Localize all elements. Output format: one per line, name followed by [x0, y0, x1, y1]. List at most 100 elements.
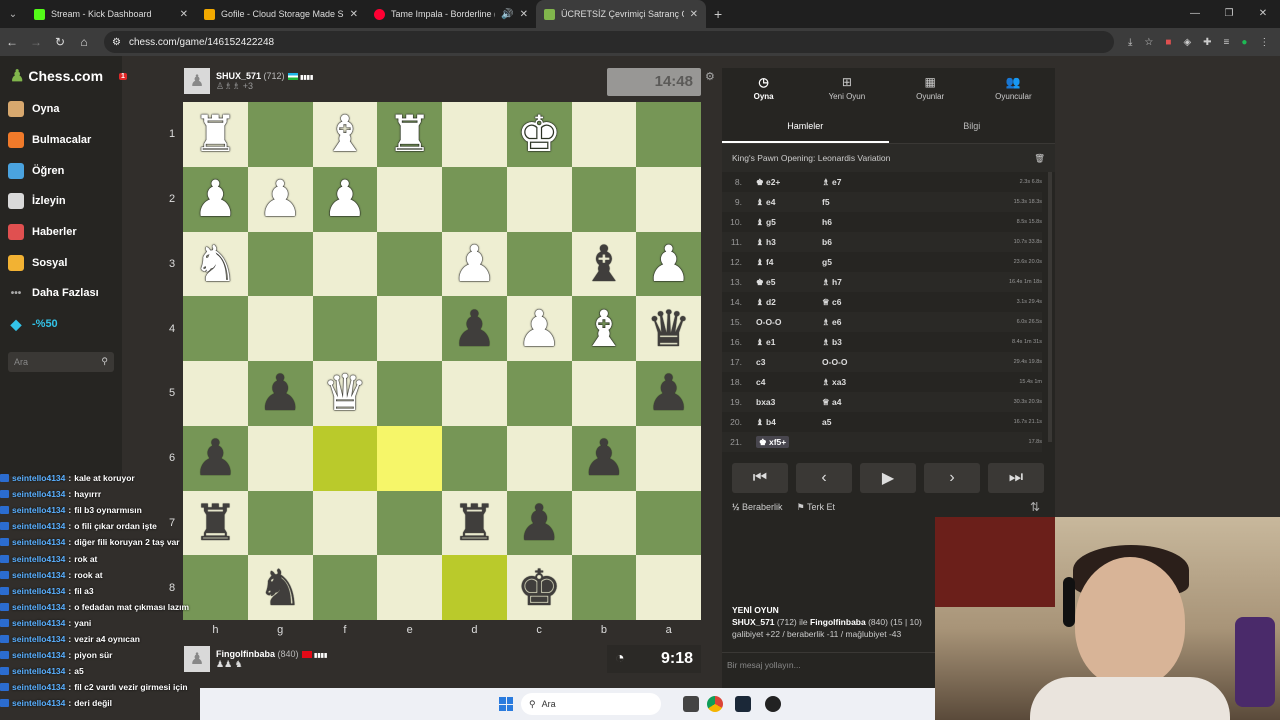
board-square[interactable]: [377, 231, 442, 297]
chat-username[interactable]: seintello4134: [12, 650, 65, 660]
browser-tab-2[interactable]: Tame Impala - Borderline ( 🔊 ✕: [366, 0, 536, 28]
black-move[interactable]: ♗ xa3: [822, 377, 888, 388]
board-square[interactable]: [247, 425, 313, 491]
board-square[interactable]: ♟: [636, 361, 701, 426]
board-square[interactable]: [312, 490, 378, 556]
white-move[interactable]: bxa3: [756, 397, 822, 407]
restore-icon[interactable]: ❐: [1212, 0, 1246, 28]
board-square[interactable]: ♟: [247, 166, 313, 232]
profile-avatar-icon[interactable]: ●: [1241, 37, 1247, 48]
board-square[interactable]: ♞: [247, 555, 313, 620]
white-pawn-icon[interactable]: ♟: [452, 239, 497, 289]
white-move[interactable]: ♚ e2+: [756, 177, 822, 188]
player-link[interactable]: SHUX_571: [732, 617, 775, 627]
board-square[interactable]: [442, 102, 507, 167]
white-knight-icon[interactable]: ♞: [193, 239, 238, 289]
chat-username[interactable]: seintello4134: [12, 570, 65, 580]
board-square[interactable]: [636, 555, 701, 620]
board-square[interactable]: ♜: [442, 490, 507, 556]
white-move[interactable]: c4: [756, 377, 822, 387]
board-square[interactable]: [247, 296, 313, 361]
black-move[interactable]: ♗ h7: [822, 277, 888, 288]
tab-new-game[interactable]: ⊞ Yeni Oyun: [805, 68, 888, 108]
board-square[interactable]: ♜: [183, 102, 248, 167]
white-move[interactable]: ♚ xf5+: [756, 435, 822, 448]
black-pawn-icon[interactable]: ♟: [581, 433, 626, 483]
white-bishop-icon[interactable]: ♝: [322, 109, 367, 159]
board-square[interactable]: [571, 555, 637, 620]
tab-play[interactable]: ◷ Oyna: [722, 68, 805, 108]
sidebar-item-watch[interactable]: İzleyin: [0, 186, 122, 217]
obs-icon[interactable]: [765, 696, 781, 712]
board-square[interactable]: [312, 425, 378, 491]
white-move[interactable]: ♝ b4: [756, 417, 822, 428]
board-square[interactable]: ♚: [506, 555, 572, 620]
resign-button[interactable]: ⚑ Terk Et: [797, 502, 835, 513]
tab-moves[interactable]: Hamleler: [722, 108, 889, 143]
board-square[interactable]: [571, 102, 637, 167]
speaker-icon[interactable]: 🔊: [501, 9, 513, 20]
white-rook-icon[interactable]: ♜: [193, 109, 238, 159]
url-input[interactable]: ⚙ chess.com/game/146152422248: [104, 31, 1114, 53]
close-icon[interactable]: ✕: [690, 9, 698, 20]
forward-icon[interactable]: →: [24, 35, 48, 49]
white-move[interactable]: ♝ g5: [756, 217, 822, 228]
last-move-button[interactable]: ⏭: [988, 463, 1044, 493]
board-square[interactable]: [247, 102, 313, 167]
board-square[interactable]: ♟: [506, 490, 572, 556]
sidebar-item-premium[interactable]: ◆ -%50: [0, 309, 122, 340]
board-square[interactable]: ♛: [312, 361, 378, 426]
white-king-icon[interactable]: ♚: [517, 109, 562, 159]
site-info-icon[interactable]: ⚙: [112, 37, 121, 48]
sidebar-item-more[interactable]: ••• Daha Fazlası: [0, 278, 122, 309]
minimize-icon[interactable]: —: [1178, 0, 1212, 28]
chat-username[interactable]: seintello4134: [12, 554, 65, 564]
black-pawn-icon[interactable]: ♟: [452, 304, 497, 354]
board-square[interactable]: [442, 425, 507, 491]
board-square[interactable]: [312, 231, 378, 297]
white-move[interactable]: ♚ e5: [756, 277, 822, 288]
board-square[interactable]: [377, 166, 442, 232]
chat-username[interactable]: seintello4134: [12, 473, 65, 483]
board-square[interactable]: [442, 361, 507, 426]
black-move[interactable]: ♕ c6: [822, 297, 888, 308]
board-square[interactable]: ♝: [312, 102, 378, 167]
board-square[interactable]: ♟: [183, 166, 248, 232]
chat-username[interactable]: seintello4134: [12, 586, 65, 596]
white-pawn-icon[interactable]: ♟: [517, 304, 562, 354]
black-pawn-icon[interactable]: ♟: [646, 368, 691, 418]
browser-tab-0[interactable]: Stream - Kick Dashboard ✕: [26, 0, 196, 28]
white-pawn-icon[interactable]: ♟: [322, 174, 367, 224]
board-square[interactable]: [506, 425, 572, 491]
black-bishop-icon[interactable]: ♝: [581, 239, 626, 289]
tab-search-icon[interactable]: ⌄: [0, 0, 26, 28]
board-square[interactable]: ♜: [377, 102, 442, 167]
browser-tab-3[interactable]: ÜCRETSİZ Çevrimiçi Satranç Oy ✕: [536, 0, 706, 28]
black-pawn-icon[interactable]: ♟: [517, 498, 562, 548]
chat-username[interactable]: seintello4134: [12, 537, 65, 547]
board-square[interactable]: ♝: [571, 296, 637, 361]
back-icon[interactable]: ←: [0, 35, 24, 49]
chat-username[interactable]: seintello4134: [12, 634, 65, 644]
tab-info[interactable]: Bilgi: [889, 108, 1056, 143]
black-move[interactable]: O-O-O: [822, 357, 888, 367]
board-square[interactable]: ♟: [506, 296, 572, 361]
move-list[interactable]: 8. ♚ e2+ ♗ e7 2.3s 6.8s 9. ♝ e4 f5 15.3s 18.3s 1…: [722, 172, 1042, 452]
board-square[interactable]: ♟: [636, 231, 701, 297]
white-move[interactable]: ♝ e4: [756, 197, 822, 208]
chess-logo[interactable]: ♟ Chess.com 1: [0, 56, 127, 94]
bookmark-star-icon[interactable]: ☆: [1144, 37, 1153, 48]
white-move[interactable]: ♝ h3: [756, 237, 822, 248]
chat-username[interactable]: seintello4134: [12, 618, 65, 628]
previous-move-button[interactable]: ‹: [796, 463, 852, 493]
board-square[interactable]: [183, 361, 248, 426]
white-move[interactable]: O-O-O: [756, 317, 822, 327]
chat-username[interactable]: seintello4134: [12, 489, 65, 499]
close-window-icon[interactable]: ✕: [1246, 0, 1280, 28]
white-move[interactable]: ♝ e1: [756, 337, 822, 348]
avatar[interactable]: ♟: [184, 68, 210, 94]
first-move-button[interactable]: ⏮: [732, 463, 788, 493]
chess-board[interactable]: ♜ ♝ ♜ ♚ ♟ ♟ ♟ ♞ ♟ ♝ ♟ ♟ ♟ ♝ ♛ ♟ ♛ ♟ ♟ ♟ ♜ ♜ ♟ ♞ ♚: [183, 102, 701, 620]
board-square[interactable]: [183, 296, 248, 361]
board-square[interactable]: ♞: [183, 231, 248, 297]
